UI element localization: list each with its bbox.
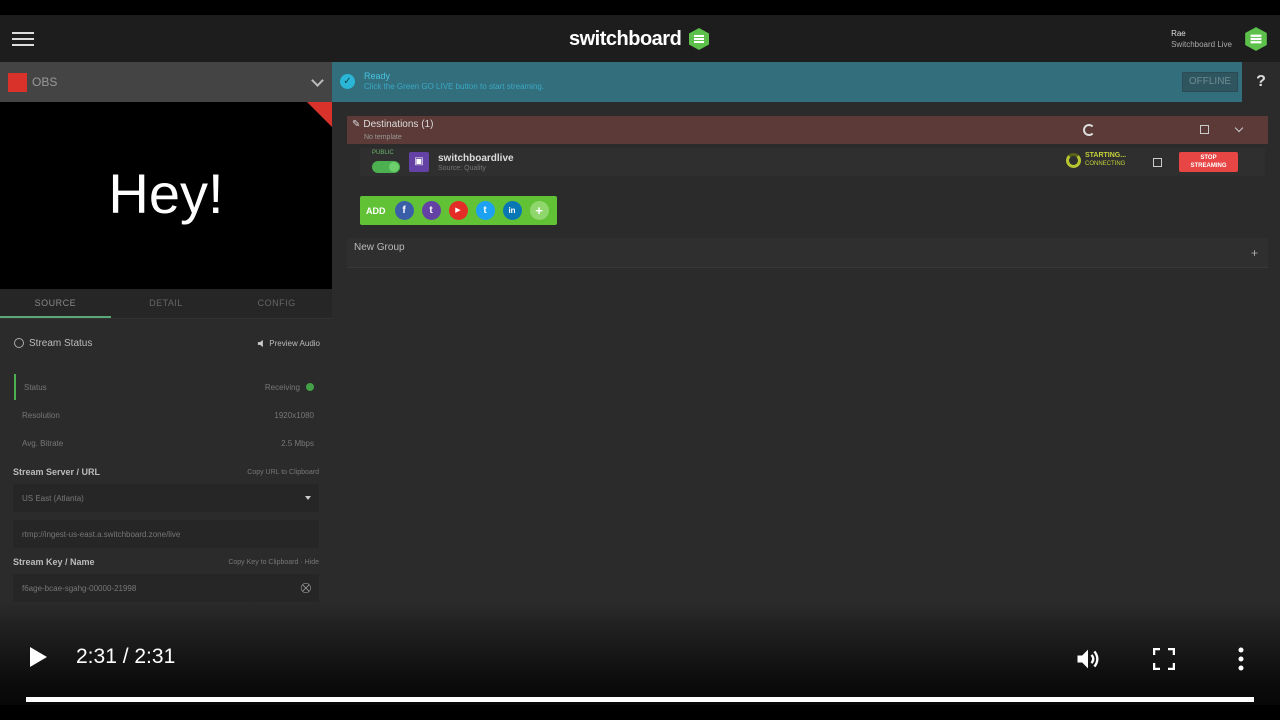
spinner-icon	[1066, 152, 1081, 168]
sync-icon[interactable]	[1083, 124, 1095, 136]
destinations-title[interactable]: ✎ Destinations (1)	[352, 119, 433, 130]
preview-audio-label: Preview Audio	[269, 338, 320, 348]
visibility-label: PUBLIC	[372, 150, 394, 156]
hamburger-menu-icon[interactable]	[12, 32, 34, 46]
preview-text: Hey!	[108, 162, 224, 225]
fullscreen-icon[interactable]	[1153, 648, 1175, 670]
logo-text: switchboard	[569, 27, 682, 50]
check-circle-icon: ✓	[340, 74, 355, 89]
tab-detail[interactable]: DETAIL	[111, 289, 222, 318]
speaker-icon	[258, 339, 264, 347]
stream-key-label: Stream Key / Name	[13, 557, 95, 567]
resolution-row: Resolution 1920x1080	[14, 402, 320, 428]
region-value: US East (Atlanta)	[22, 493, 84, 503]
switchboard-logo: switchboard	[569, 25, 711, 53]
stream-status-header: Stream Status Preview Audio	[14, 336, 320, 350]
region-select[interactable]: US East (Atlanta)	[13, 484, 319, 512]
status-text: STARTING...	[1085, 152, 1127, 159]
bitrate-row: Avg. Bitrate 2.5 Mbps	[14, 430, 320, 456]
tab-config[interactable]: CONFIG	[221, 289, 332, 318]
destination-toggle[interactable]	[372, 161, 400, 173]
ready-title: Ready	[364, 71, 391, 81]
stream-status-title: Stream Status	[14, 338, 92, 349]
status-value: Receiving	[264, 382, 300, 392]
chevron-down-icon	[311, 74, 324, 87]
server-url-value: rtmp://ingest-us-east.a.switchboard.zone…	[22, 529, 181, 539]
live-corner-indicator	[307, 102, 332, 127]
server-url-field[interactable]: rtmp://ingest-us-east.a.switchboard.zone…	[13, 520, 319, 548]
caret-down-icon	[305, 496, 311, 500]
help-button[interactable]: ?	[1242, 62, 1280, 102]
status-dot	[306, 383, 314, 391]
preview-audio-button[interactable]: Preview Audio	[257, 339, 320, 348]
ready-status-bar: ✓ Ready Click the Green GO LIVE button t…	[332, 62, 1280, 102]
add-destination-bar: ADD f t ▶ t in +	[360, 196, 557, 225]
status-row: Status Receiving	[14, 374, 320, 400]
stream-key-field[interactable]: f6age-bcae-sgahg-00000-21998 ⛒	[13, 574, 319, 602]
pencil-icon: ✎	[352, 119, 361, 130]
stream-server-label: Stream Server / URL	[13, 467, 101, 477]
destination-row: PUBLIC ▣ switchboardlive Source: Quality…	[360, 148, 1265, 176]
offline-button[interactable]: OFFLINE	[1182, 72, 1238, 92]
facebook-icon[interactable]: f	[394, 201, 414, 220]
ready-subtitle: Click the Green GO LIVE button to start …	[364, 82, 545, 91]
volume-icon[interactable]	[1074, 645, 1102, 673]
select-all-checkbox[interactable]	[1200, 125, 1209, 134]
stream-status-label: Stream Status	[29, 337, 93, 349]
play-icon[interactable]	[30, 647, 47, 667]
destination-checkbox[interactable]	[1153, 158, 1162, 167]
new-group-row[interactable]: New Group +	[347, 238, 1268, 268]
progress-fill	[26, 697, 1254, 702]
chevron-down-icon[interactable]	[1234, 123, 1244, 133]
destinations-template: No template	[364, 134, 402, 141]
destination-status: STARTING... CONNECTING	[1066, 152, 1126, 168]
destination-source: Source: Quality	[438, 165, 486, 172]
new-group-label: New Group	[354, 242, 405, 253]
status-icon	[14, 338, 24, 348]
stream-key-value: f6age-bcae-sgahg-00000-21998	[22, 583, 137, 593]
stream-server-section: Stream Server / URL Copy URL to Clipboar…	[13, 467, 319, 477]
hide-key-icon[interactable]: ⛒	[301, 583, 311, 594]
twitch-icon: ▣	[409, 152, 429, 172]
resolution-label: Resolution	[22, 410, 60, 420]
stop-label-line1: STOP	[1200, 155, 1217, 161]
tab-source[interactable]: SOURCE	[0, 289, 111, 318]
source-name: OBS	[32, 75, 58, 89]
add-group-icon[interactable]: +	[1251, 246, 1258, 260]
stop-label-line2: STREAMING	[1190, 163, 1227, 169]
bitrate-value: 2.5 Mbps	[281, 438, 314, 448]
source-color-swatch	[8, 72, 27, 92]
progress-bar[interactable]	[26, 697, 1254, 702]
account-logo-icon[interactable]	[1243, 26, 1269, 52]
bitrate-label: Avg. Bitrate	[22, 438, 64, 448]
source-tabs: SOURCE DETAIL CONFIG	[0, 289, 332, 319]
source-select[interactable]: OBS	[0, 62, 332, 102]
user-info[interactable]: Rae Switchboard Live	[1171, 28, 1232, 50]
time-display: 2:31 / 2:31	[76, 645, 176, 668]
user-org: Switchboard Live	[1171, 40, 1232, 49]
plus-icon[interactable]: +	[529, 201, 549, 220]
switchboard-logo-icon	[689, 28, 710, 50]
linkedin-icon[interactable]: in	[502, 201, 522, 220]
destination-name[interactable]: switchboardlive	[438, 153, 514, 164]
more-options-icon[interactable]	[1238, 647, 1244, 671]
youtube-icon[interactable]: ▶	[448, 201, 468, 220]
top-header: switchboard Rae Switchboard Live	[0, 15, 1280, 62]
copy-url-link[interactable]: Copy URL to Clipboard	[247, 469, 319, 476]
add-button[interactable]: ADD	[366, 206, 386, 216]
stop-streaming-button[interactable]: STOP STREAMING	[1179, 152, 1238, 172]
destinations-title-text: Destinations (1)	[363, 119, 434, 130]
status-label: Status	[24, 382, 47, 392]
twitch-icon[interactable]: t	[421, 201, 441, 220]
resolution-value: 1920x1080	[274, 410, 314, 420]
stream-key-section: Stream Key / Name Copy Key to Clipboard …	[13, 557, 319, 567]
user-name: Rae	[1171, 29, 1186, 38]
status-subtext: CONNECTING	[1085, 161, 1126, 167]
twitter-icon[interactable]: t	[475, 201, 495, 220]
source-preview: Hey!	[0, 102, 332, 289]
destinations-header: ✎ Destinations (1) No template	[347, 116, 1268, 144]
copy-key-link[interactable]: Copy Key to Clipboard · Hide	[228, 559, 319, 566]
